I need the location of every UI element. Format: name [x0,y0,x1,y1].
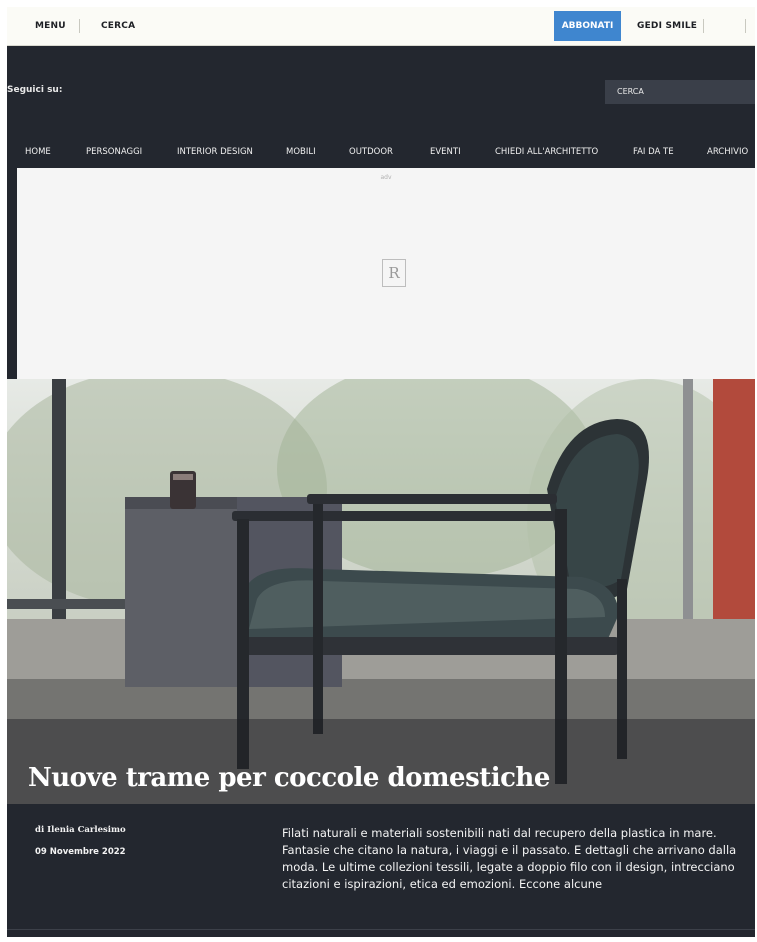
article-summary: Filati naturali e materiali sostenibili … [282,826,737,891]
nav-item-home[interactable]: HOME [25,139,51,165]
nav-item-mobili[interactable]: MOBILI [286,139,316,165]
article-author[interactable]: di Ilenia Carlesimo [35,825,126,835]
main-nav: HOME PERSONAGGI INTERIOR DESIGN MOBILI O… [7,139,755,165]
subscribe-button[interactable]: ABBONATI [554,11,621,41]
nav-item-interior-design[interactable]: INTERIOR DESIGN [177,139,253,165]
divider [79,19,80,33]
ad-banner[interactable]: adv R [17,168,755,379]
ad-label: adv [380,174,392,181]
search-button[interactable]: CERCA [101,7,135,45]
gedi-smile-link[interactable]: GEDI SMILE [637,7,697,45]
nav-item-fai-da-te[interactable]: FAI DA TE [633,139,674,165]
article-title: Nuove trame per coccole domestiche [28,763,550,793]
divider [7,929,755,930]
article-date: 09 Novembre 2022 [35,847,126,857]
top-bar: MENU CERCA ABBONATI GEDI SMILE [7,7,755,46]
nav-item-chiedi-all-architetto[interactable]: CHIEDI ALL'ARCHITETTO [495,139,598,165]
divider [703,19,704,33]
divider [745,19,746,33]
page-frame: MENU CERCA ABBONATI GEDI SMILE Seguici s… [7,7,755,937]
nav-item-personaggi[interactable]: PERSONAGGI [86,139,142,165]
nav-item-outdoor[interactable]: OUTDOOR [349,139,393,165]
ad-logo-icon: R [382,259,406,287]
hero-image[interactable]: Nuove trame per coccole domestiche [7,379,755,804]
menu-button[interactable]: MENU [35,7,66,45]
armchair-photo [7,379,755,804]
follow-label: Seguici su: [7,85,63,95]
search-input[interactable]: CERCA [605,80,755,104]
nav-item-eventi[interactable]: EVENTI [430,139,461,165]
nav-item-archivio[interactable]: ARCHIVIO [707,139,748,165]
